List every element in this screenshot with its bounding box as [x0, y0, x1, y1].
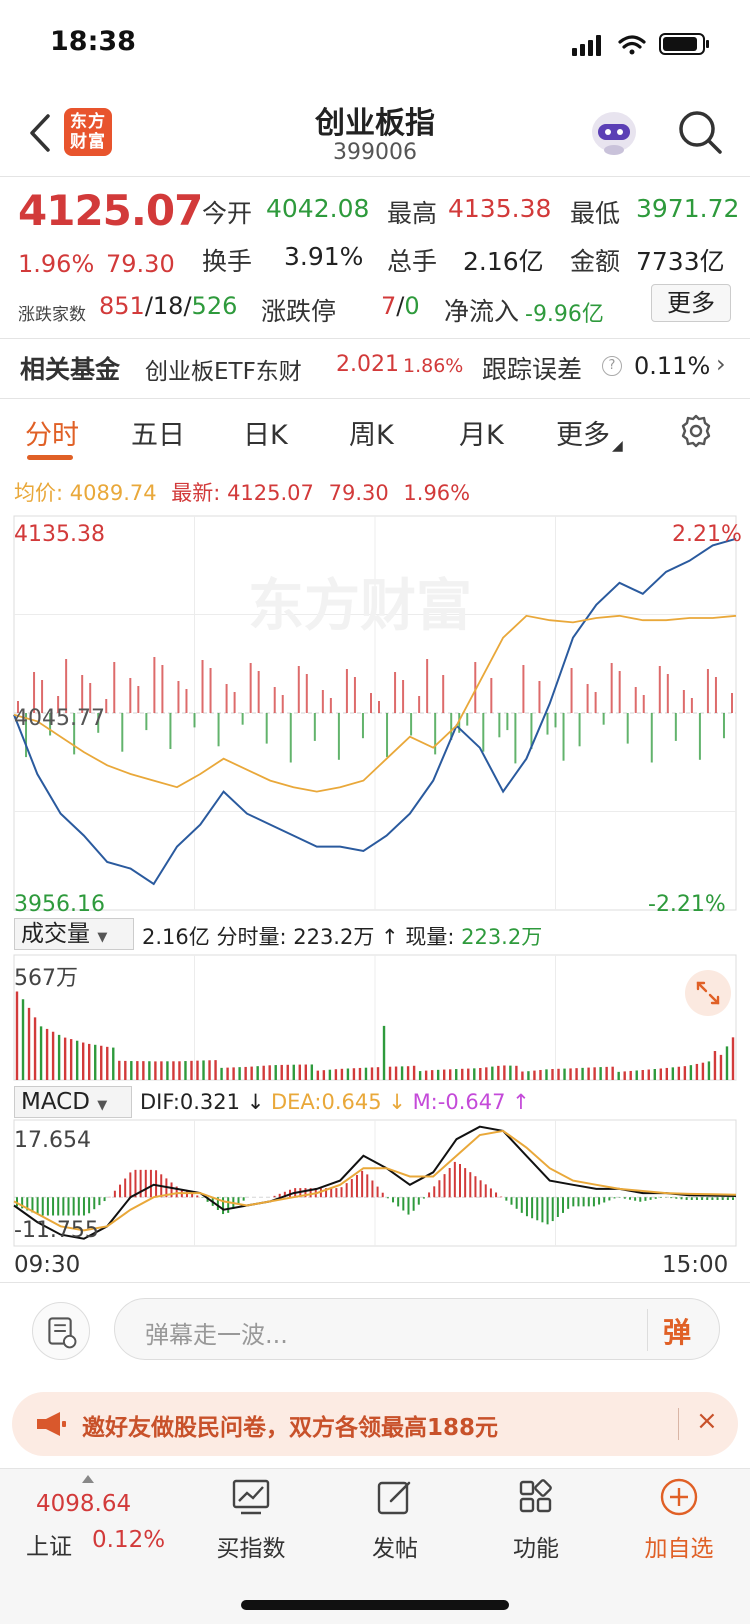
- volume-info: 2.16亿 分时量: 223.2万 ↑ 现量: 223.2万: [142, 921, 542, 951]
- axis-low-percent: -2.21%: [648, 892, 726, 917]
- note-icon[interactable]: [32, 1302, 90, 1360]
- dropdown-icon: ▼: [97, 930, 108, 945]
- split-volume-label: 分时量:: [216, 925, 287, 949]
- time-start-label: 09:30: [14, 1252, 81, 1278]
- dropdown-icon: ▼: [97, 1098, 108, 1113]
- axis-low-label: 3956.16: [14, 892, 105, 917]
- shanghai-index-label: 上证: [26, 1534, 72, 1560]
- indicator-select-macd[interactable]: MACD ▼: [14, 1086, 132, 1118]
- axis-mid-label: 4045.77: [14, 706, 105, 731]
- megaphone-icon: [37, 1412, 66, 1436]
- add-favorite-button[interactable]: 加自选: [624, 1477, 734, 1563]
- axis-high-percent: 2.21%: [672, 522, 742, 547]
- macd-select-label: MACD: [21, 1089, 90, 1115]
- danmu-input[interactable]: 弹幕走一波... 弹: [114, 1298, 720, 1360]
- split-volume-value: 223.2万: [293, 925, 375, 949]
- home-indicator: [241, 1600, 509, 1610]
- arrow-down-icon: ↓: [381, 1090, 413, 1114]
- edit-icon: [377, 1481, 411, 1515]
- time-end-label: 15:00: [662, 1252, 729, 1278]
- chart-bottom-divider: [0, 1282, 750, 1283]
- post-button[interactable]: 发帖: [340, 1477, 450, 1563]
- danmu-placeholder: 弹幕走一波...: [145, 1321, 288, 1349]
- macd-axis-high: 17.654: [14, 1128, 91, 1153]
- expand-icon[interactable]: [685, 970, 731, 1016]
- shanghai-index-value: 4098.64: [36, 1491, 132, 1517]
- danmu-toggle-button[interactable]: 弹: [663, 1311, 691, 1351]
- indicator-select-volume[interactable]: 成交量 ▼: [14, 918, 134, 950]
- grid-icon: [519, 1479, 552, 1513]
- arrow-up-icon: ↑: [505, 1090, 530, 1114]
- dea-value: DEA:0.645: [270, 1090, 382, 1114]
- banner-divider: [678, 1408, 679, 1440]
- current-volume-value: 223.2万: [461, 925, 543, 949]
- plus-circle-icon: [660, 1478, 698, 1516]
- buy-index-button[interactable]: 买指数: [196, 1477, 306, 1563]
- promo-text: 邀好友做股民问卷，双方各领最高188元: [82, 1415, 499, 1441]
- arrow-down-icon: ↓: [240, 1090, 271, 1114]
- macd-info: DIF:0.321 ↓ DEA:0.645 ↓ M:-0.647 ↑: [140, 1090, 530, 1114]
- arrow-up-icon: [82, 1475, 94, 1483]
- promo-banner[interactable]: 邀好友做股民问卷，双方各领最高188元 ×: [12, 1392, 738, 1456]
- volume-max-label: 567万: [14, 966, 78, 991]
- current-volume-label: 现量:: [405, 925, 455, 949]
- buy-index-label: 买指数: [216, 1536, 286, 1562]
- chart-watermark: 东方财富: [248, 574, 472, 637]
- m-value: M:-0.647: [412, 1090, 506, 1114]
- axis-high-label: 4135.38: [14, 522, 105, 547]
- macd-axis-low: -11.755: [14, 1218, 99, 1243]
- add-favorite-label: 加自选: [644, 1536, 714, 1562]
- volume-total: 2.16亿: [142, 925, 210, 949]
- post-label: 发帖: [372, 1536, 418, 1562]
- close-icon[interactable]: ×: [696, 1406, 718, 1436]
- functions-label: 功能: [513, 1536, 559, 1562]
- shanghai-index-quote[interactable]: 4098.64 上证 0.12%: [0, 1469, 180, 1579]
- functions-button[interactable]: 功能: [481, 1477, 591, 1563]
- volume-select-label: 成交量: [21, 921, 90, 947]
- input-divider: [647, 1309, 648, 1351]
- dif-value: DIF:0.321: [140, 1090, 241, 1114]
- shanghai-index-percent: 0.12%: [92, 1527, 166, 1553]
- arrow-up-icon: ↑: [381, 925, 399, 949]
- trend-chart-icon: [232, 1479, 270, 1515]
